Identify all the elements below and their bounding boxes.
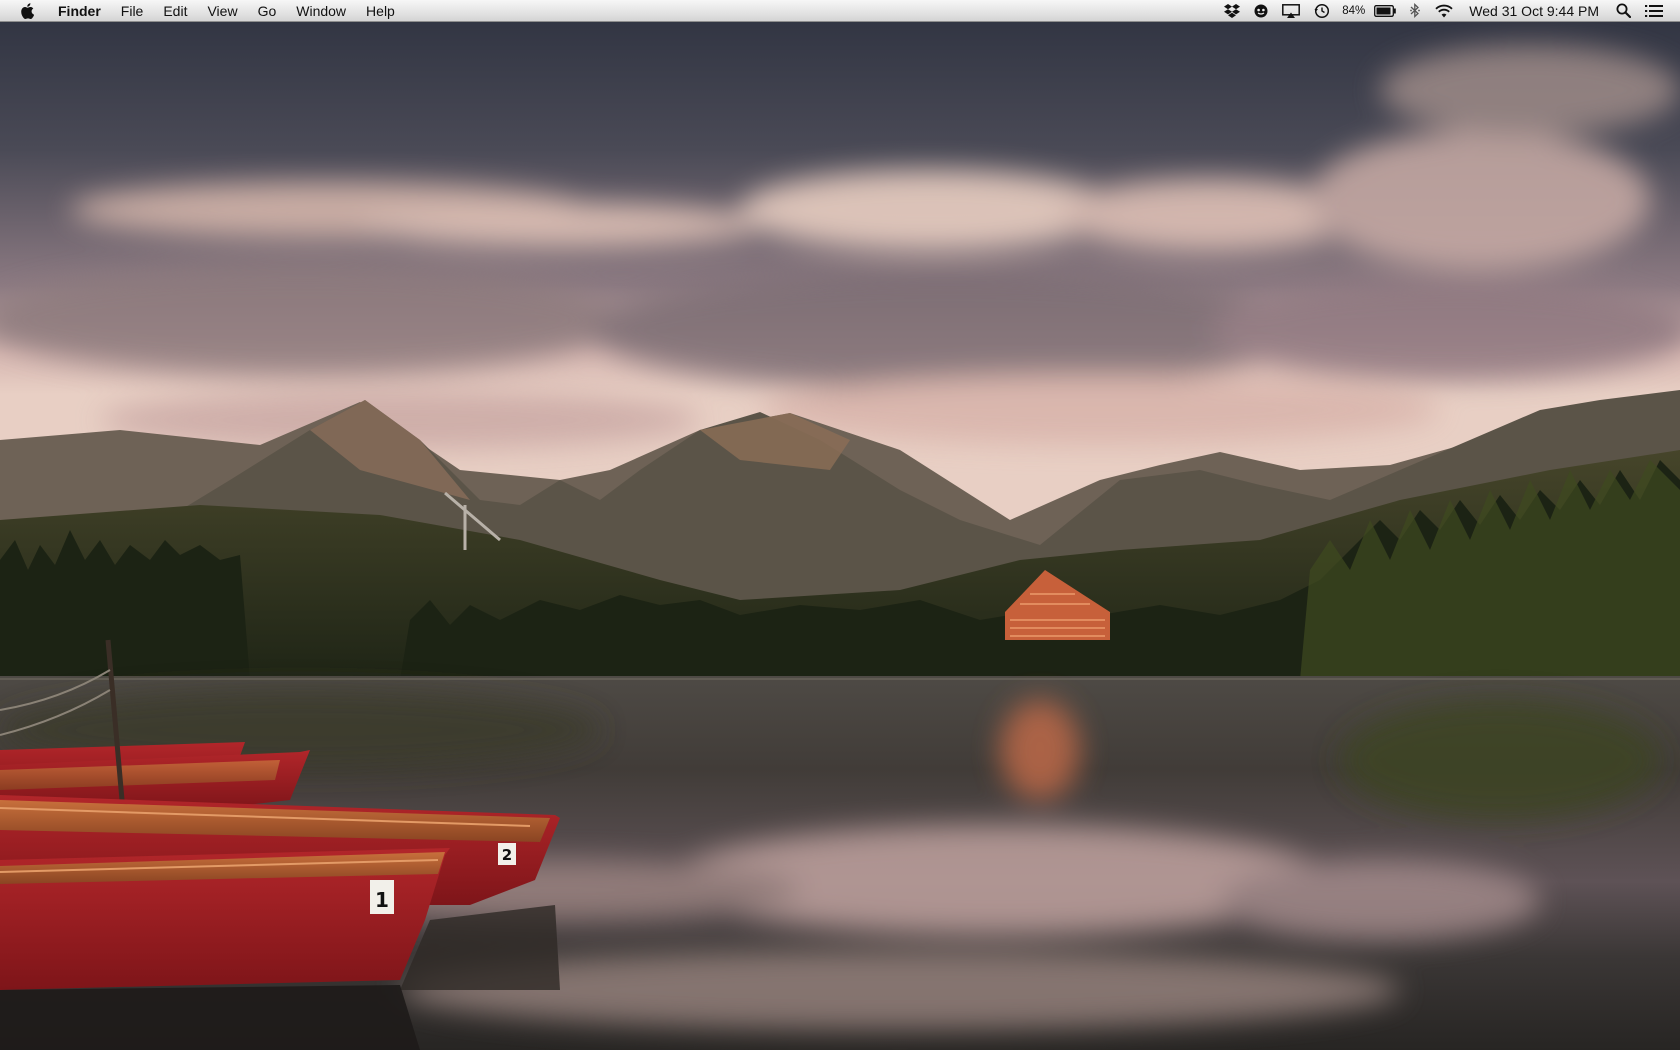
wifi-icon[interactable] <box>1427 0 1461 22</box>
app-menu-finder[interactable]: Finder <box>48 0 111 22</box>
menu-bar: Finder File Edit View Go Window Help 84%… <box>0 0 1680 22</box>
menu-bar-status: 84% Wed 31 Oct 9:44 PM <box>1217 0 1680 22</box>
bluetooth-icon[interactable] <box>1403 0 1427 22</box>
menu-bar-left: Finder File Edit View Go Window Help <box>0 0 405 22</box>
menu-file[interactable]: File <box>111 0 154 22</box>
dropbox-icon[interactable] <box>1217 0 1247 22</box>
menu-window[interactable]: Window <box>286 0 356 22</box>
spotlight-icon[interactable] <box>1609 0 1638 22</box>
notification-center-icon[interactable] <box>1638 0 1670 22</box>
time-machine-icon[interactable] <box>1307 0 1337 22</box>
menu-go[interactable]: Go <box>248 0 287 22</box>
battery-icon[interactable] <box>1367 0 1403 22</box>
boat-number-2: 2 <box>502 846 512 864</box>
wallpaper: 2 1 <box>0 0 1680 1050</box>
sync-icon[interactable] <box>1247 0 1275 22</box>
menu-view[interactable]: View <box>197 0 247 22</box>
boat-number-1: 1 <box>375 888 389 912</box>
apple-menu-icon[interactable] <box>16 0 38 22</box>
desktop: 2 1 Finder File Edit View Go Window Help <box>0 0 1680 1050</box>
menu-help[interactable]: Help <box>356 0 405 22</box>
battery-percentage: 84% <box>1342 4 1366 17</box>
airplay-icon[interactable] <box>1275 0 1307 22</box>
menu-clock[interactable]: Wed 31 Oct 9:44 PM <box>1461 0 1609 22</box>
menu-edit[interactable]: Edit <box>153 0 197 22</box>
